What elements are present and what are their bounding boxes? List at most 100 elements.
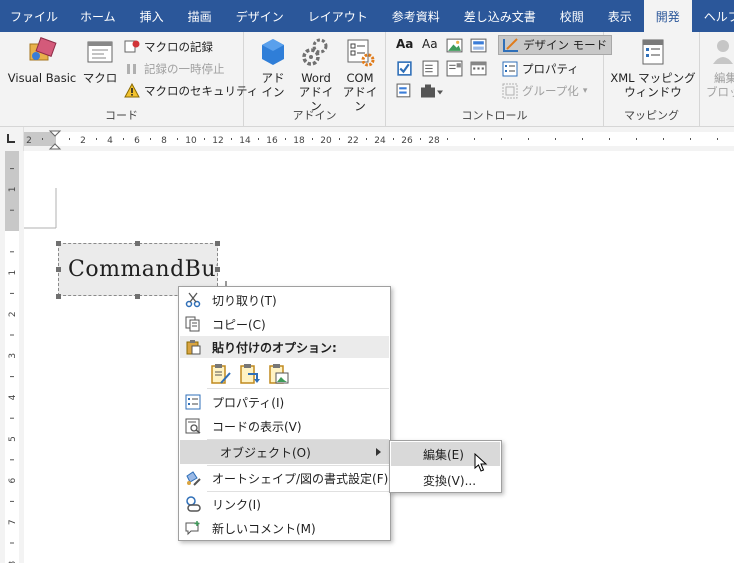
resize-handle[interactable] [56,241,61,246]
tab-references[interactable]: 参考資料 [380,0,452,32]
visual-basic-icon [29,37,57,61]
resize-handle[interactable] [135,241,140,246]
tab-help[interactable]: ヘルプ [692,0,734,32]
paste-keep-source-formatting-icon[interactable] [210,363,232,385]
word-addin-label-1: Word [301,71,331,85]
tab-review[interactable]: 校閲 [548,0,596,32]
word-addin-button[interactable]: Word アドイン [294,36,338,113]
com-addin-button[interactable]: COM アドイン [338,36,382,113]
ruler-tick-label: 18 [293,136,305,146]
resize-handle[interactable] [135,294,140,299]
repeating-section-control-icon[interactable] [396,83,413,100]
ruler-tick-label: 28 [428,136,440,146]
ruler-tick-label: 4 [107,136,113,146]
record-macro-icon [124,40,140,53]
picture-control-icon[interactable] [446,37,463,54]
plain-text-control-icon[interactable]: Aa [422,37,439,54]
horizontal-ruler[interactable]: 2 2 4 6 8 10 12 14 16 18 20 22 24 26 28 [24,127,734,151]
paste-picture-icon[interactable] [268,363,290,385]
design-mode-button[interactable]: デザイン モード [498,35,613,55]
ruler-tick-label: 20 [320,136,332,146]
tab-developer[interactable]: 開発 [643,0,692,32]
tab-draw[interactable]: 描画 [176,0,224,32]
controls-group-label: コントロール [461,109,528,122]
menu-item-object[interactable]: オブジェクト(O) [180,440,389,464]
context-menu: 切り取り(T) コピー(C) 貼り付けのオプション: プロパティ(I) コードの… [178,286,391,541]
resize-handle[interactable] [56,294,61,299]
addin-label-2: イン [261,85,285,99]
design-mode-icon [503,38,518,52]
tab-home[interactable]: ホーム [68,0,128,32]
addin-icon [262,39,284,65]
resize-handle[interactable] [56,267,61,272]
menu-item-new-comment[interactable]: 新しいコメント(M) [180,516,389,540]
macro-label: マクロ [82,71,118,85]
ribbon: Visual Basic マクロ マクロの記録 記録の一時停止 マクロのセキュリ… [0,32,734,127]
macro-security-button[interactable]: マクロのセキュリティ [124,81,258,101]
ruler-tick-label: 2 [80,136,86,146]
ruler-tick-label: 6 [8,477,18,483]
tab-view[interactable]: 表示 [596,0,644,32]
menu-item-label: リンク(I) [212,497,261,512]
menu-item-properties[interactable]: プロパティ(I) [180,390,389,414]
menu-item-cut[interactable]: 切り取り(T) [180,288,389,312]
ruler-tick-label: 16 [266,136,278,146]
rich-text-control-icon[interactable]: Aa [396,37,413,54]
tab-insert[interactable]: 挿入 [128,0,176,32]
tab-file[interactable]: ファイル [0,0,68,32]
submenu-item-label: 編集(E) [423,447,464,462]
com-addin-icon [347,39,375,67]
ruler-tick-label: 14 [239,136,251,146]
submenu-arrow-icon [376,448,381,456]
menu-separator [207,388,389,389]
vertical-ruler[interactable]: 112345678 [0,151,24,566]
scissors-icon [185,292,201,308]
new-comment-icon [185,521,200,536]
tab-design[interactable]: デザイン [224,0,296,32]
resize-handle[interactable] [215,267,220,272]
tab-selector[interactable] [0,127,24,151]
xml-mapping-label-1: XML マッピング [610,71,696,85]
person-icon [713,40,733,64]
code-group-label: コード [105,109,138,122]
paste-merge-formatting-icon[interactable] [239,363,261,385]
menu-item-view-code[interactable]: コードの表示(V) [180,414,389,438]
properties-button[interactable]: プロパティ [502,59,579,79]
resize-handle[interactable] [215,241,220,246]
date-picker-control-icon[interactable] [470,60,487,77]
macro-icon [87,41,113,63]
menu-item-link[interactable]: リンク(I) [180,492,389,516]
combo-box-control-icon[interactable] [422,60,439,77]
properties-icon [185,394,201,410]
visual-basic-button[interactable]: Visual Basic [6,36,78,85]
xml-mapping-label-2: ウィンドウ [624,85,682,99]
tab-mailings[interactable]: 差し込み文書 [452,0,548,32]
building-block-control-icon[interactable] [470,37,487,54]
menu-item-label: オブジェクト(O) [220,445,311,460]
submenu-item-label: 変換(V)... [423,473,477,488]
addin-button[interactable]: アド イン [256,36,290,99]
restrict-editing-button[interactable]: 編集 ブロッ [704,36,734,99]
record-macro-label: マクロの記録 [144,40,213,54]
macro-button[interactable]: マクロ [82,36,118,85]
ruler-tick-label: 5 [8,436,18,442]
ruler-tick-label: 7 [8,519,18,525]
dropdown-list-control-icon[interactable] [446,60,463,77]
properties-label: プロパティ [522,62,579,76]
legacy-tools-icon[interactable] [420,83,444,100]
group-button[interactable]: グループ化 ▾ [502,81,587,101]
menu-item-copy[interactable]: コピー(C) [180,312,389,336]
menu-header-paste-options: 貼り付けのオプション: [180,336,389,358]
ruler-tick-label: 24 [374,136,386,146]
design-mode-label: デザイン モード [523,38,608,52]
record-macro-button[interactable]: マクロの記録 [124,37,213,57]
addins-group: アド イン Word アドイン COM アドイン アドイン [244,32,386,127]
menu-item-label: 切り取り(T) [212,293,277,308]
checkbox-control-icon[interactable] [396,60,413,77]
pause-record-button[interactable]: 記録の一時停止 [124,59,225,79]
tab-layout[interactable]: レイアウト [296,0,380,32]
menu-item-format-shape[interactable]: オートシェイプ/図の書式設定(F) [180,466,389,490]
copy-icon [185,316,200,332]
vertical-ruler-scale: 112345678 [5,151,19,566]
xml-mapping-button[interactable]: XML マッピング ウィンドウ [610,36,696,99]
